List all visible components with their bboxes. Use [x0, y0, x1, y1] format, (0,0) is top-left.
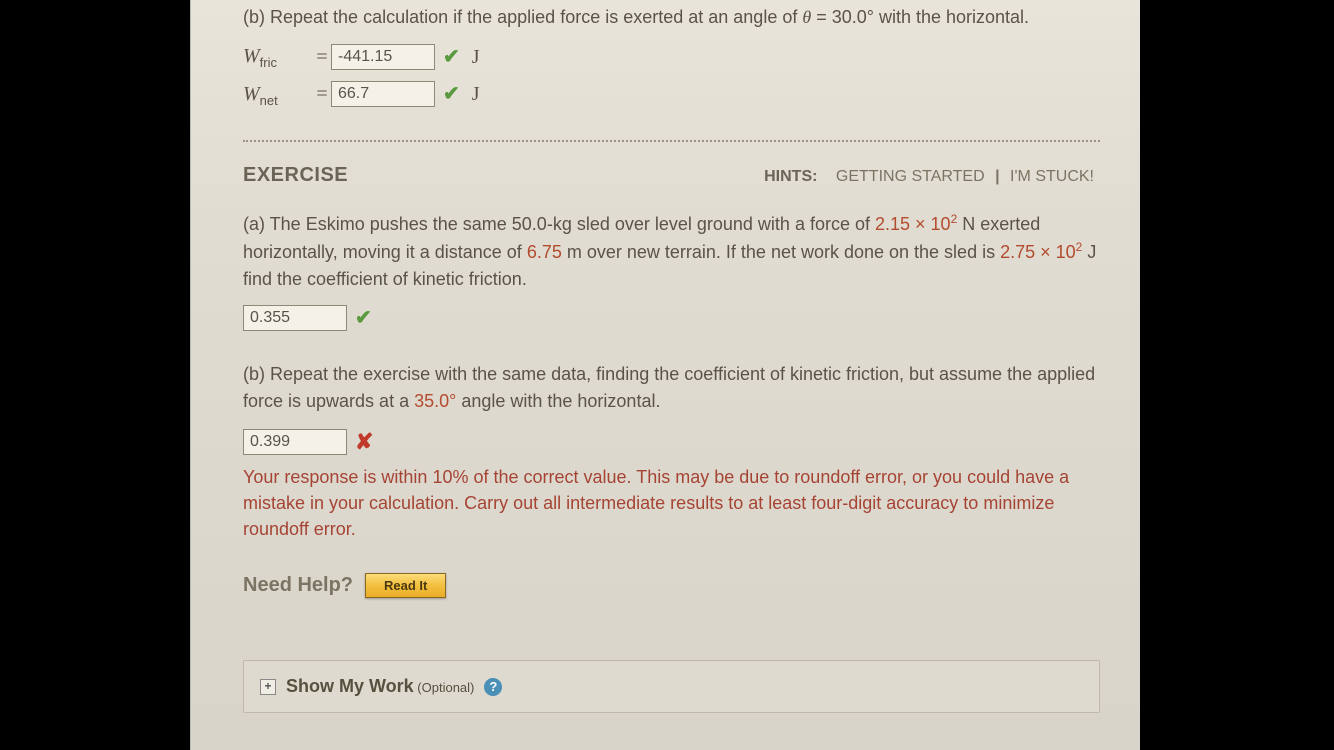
spacer	[243, 339, 1100, 357]
value-angle: 35.0°	[414, 391, 456, 411]
sub: fric	[260, 55, 277, 70]
part-b-text: (b) Repeat the exercise with the same da…	[243, 361, 1100, 415]
num: 2.75 × 10	[1000, 242, 1076, 262]
text: Show My Work	[286, 676, 414, 696]
wfric-row: Wfric = ✔ J	[243, 41, 1100, 73]
equals-sign: =	[313, 42, 331, 72]
unit-j: J	[472, 79, 480, 109]
var: W	[243, 45, 260, 67]
num: 2.15 × 10	[875, 214, 951, 234]
cross-icon: ✘	[355, 425, 373, 458]
hints-label: HINTS:	[764, 168, 817, 185]
show-my-work-bar[interactable]: + Show My Work (Optional) ?	[243, 660, 1100, 713]
hint-im-stuck[interactable]: I'M STUCK!	[1010, 168, 1094, 185]
text: = 30.0° with the horizontal.	[811, 7, 1029, 27]
text: (b) Repeat the calculation if the applie…	[243, 7, 802, 27]
help-icon[interactable]: ?	[484, 678, 502, 696]
hint-separator: |	[995, 168, 999, 185]
screen: (b) Repeat the calculation if the applie…	[0, 0, 1334, 750]
hints-group: HINTS: GETTING STARTED | I'M STUCK!	[764, 165, 1100, 189]
wnet-row: Wnet = ✔ J	[243, 79, 1100, 111]
need-help-row: Need Help? Read It	[243, 570, 1100, 600]
wnet-input[interactable]	[331, 81, 435, 107]
text: m over new terrain. If the net work done…	[562, 242, 1000, 262]
part-b-top: (b) Repeat the calculation if the applie…	[243, 4, 1100, 110]
part-a-input[interactable]	[243, 305, 347, 331]
part-a-answer-row: ✔	[243, 303, 1100, 333]
optional: (Optional)	[414, 680, 475, 695]
show-my-work-label: Show My Work (Optional)	[286, 673, 474, 700]
content: (b) Repeat the calculation if the applie…	[191, 4, 1140, 713]
check-icon: ✔	[443, 42, 460, 72]
value-work: 2.75 × 102	[1000, 242, 1082, 262]
feedback-text: Your response is within 10% of the corre…	[243, 464, 1100, 542]
exercise-title: EXERCISE	[243, 160, 348, 190]
wfric-label: Wfric	[243, 41, 313, 73]
part-b-input[interactable]	[243, 429, 347, 455]
question-panel: (b) Repeat the calculation if the applie…	[190, 0, 1140, 750]
need-help-label: Need Help?	[243, 570, 353, 600]
part-b-answer-row: ✘	[243, 425, 1100, 458]
wnet-label: Wnet	[243, 79, 313, 111]
separator	[243, 140, 1100, 142]
check-icon: ✔	[355, 303, 372, 333]
check-icon: ✔	[443, 79, 460, 109]
exercise-header: EXERCISE HINTS: GETTING STARTED | I'M ST…	[243, 160, 1100, 190]
read-it-button[interactable]: Read It	[365, 573, 446, 598]
part-b-top-text: (b) Repeat the calculation if the applie…	[243, 4, 1100, 31]
wfric-input[interactable]	[331, 44, 435, 70]
text: (a) The Eskimo pushes the same 50.0-kg s…	[243, 214, 875, 234]
hint-getting-started[interactable]: GETTING STARTED	[836, 168, 985, 185]
theta-symbol: θ	[802, 7, 811, 27]
value-distance: 6.75	[527, 242, 562, 262]
var: W	[243, 83, 260, 105]
value-force: 2.15 × 102	[875, 214, 957, 234]
sub: net	[260, 93, 278, 108]
part-a-text: (a) The Eskimo pushes the same 50.0-kg s…	[243, 210, 1100, 293]
expand-icon[interactable]: +	[260, 679, 276, 695]
text: (b) Repeat the exercise with the same da…	[243, 364, 1095, 411]
text: angle with the horizontal.	[456, 391, 660, 411]
unit-j: J	[472, 42, 480, 72]
equals-sign: =	[313, 79, 331, 109]
